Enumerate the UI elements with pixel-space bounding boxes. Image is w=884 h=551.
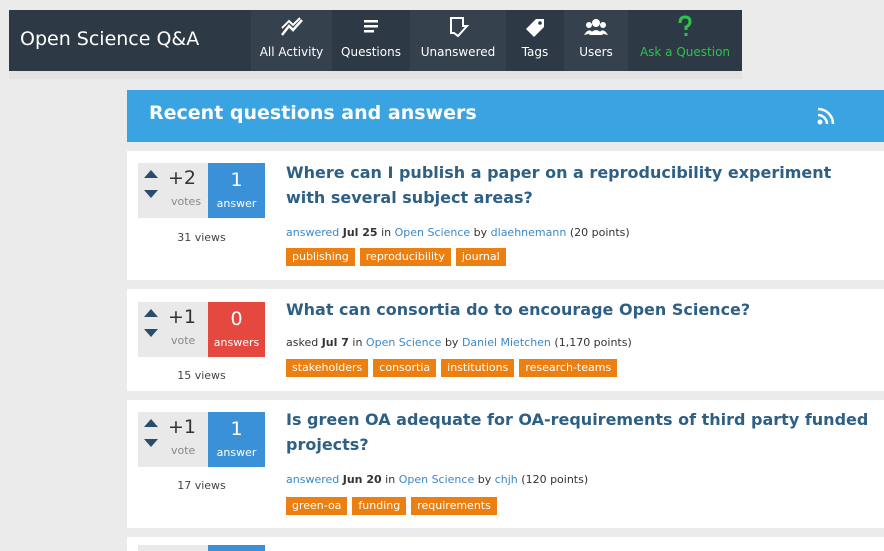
question-item: +2 votes 1 answer 31 views Where can I p… — [127, 151, 884, 280]
vote-up-icon[interactable] — [144, 170, 158, 178]
vote-label: vote — [171, 444, 196, 457]
question-meta: answered Jun 20 in Open Science by chjh … — [286, 473, 588, 486]
meta-in: in — [352, 336, 363, 349]
action-date: Jul 25 — [342, 226, 378, 239]
question-title[interactable]: Where can I publish a paper on a reprodu… — [286, 160, 876, 210]
answer-count-box: 0 answers — [208, 302, 265, 357]
answer-label: answer — [216, 446, 257, 459]
vote-label: votes — [171, 195, 202, 208]
vote-up-icon[interactable] — [144, 419, 158, 427]
meta-by: by — [473, 226, 488, 239]
question-mark-icon — [678, 15, 692, 36]
answer-label: answers — [213, 336, 260, 349]
tag[interactable]: requirements — [411, 497, 497, 515]
nav-ask-question[interactable]: Ask a Question — [628, 10, 742, 71]
vote-box — [138, 545, 208, 551]
action-date: Jun 20 — [342, 473, 382, 486]
user-link[interactable]: dlaehnemann — [491, 226, 567, 239]
tag[interactable]: green-oa — [286, 497, 348, 515]
nav-questions[interactable]: Questions — [332, 10, 410, 71]
tag-list: publishing reproducibility journal — [286, 248, 506, 266]
navbar-shadow — [9, 71, 742, 79]
meta-by: by — [444, 336, 459, 349]
user-points: (20 points) — [569, 226, 630, 239]
vote-count: +1 — [168, 416, 197, 438]
tag[interactable]: reproducibility — [359, 248, 451, 266]
vote-box: +2 votes — [138, 163, 208, 218]
nav-unanswered[interactable]: Unanswered — [410, 10, 506, 71]
tag[interactable]: research-teams — [519, 359, 618, 377]
answer-count-box: 1 answer — [208, 412, 265, 467]
tag[interactable]: consortia — [373, 359, 437, 377]
question-meta: answered Jul 25 in Open Science by dlaeh… — [286, 226, 630, 239]
vote-up-icon[interactable] — [144, 309, 158, 317]
vote-down-icon[interactable] — [144, 439, 158, 447]
nav-label: Questions — [341, 45, 401, 59]
nav-label: Unanswered — [420, 45, 496, 59]
rss-icon[interactable] — [817, 107, 835, 125]
nav-users[interactable]: Users — [564, 10, 628, 71]
view-count: 15 views — [177, 369, 226, 382]
question-item: +1 vote 0 answers 15 views What can cons… — [127, 289, 884, 391]
user-points: (1,170 points) — [554, 336, 632, 349]
question-title[interactable]: Is green OA adequate for OA-requirements… — [286, 407, 876, 457]
vote-down-icon[interactable] — [144, 329, 158, 337]
questions-icon — [364, 20, 378, 33]
answer-count: 1 — [230, 418, 243, 440]
answer-label: answer — [216, 197, 257, 210]
tag-list: green-oa funding requirements — [286, 497, 497, 515]
vote-box: +1 vote — [138, 302, 208, 357]
category-link[interactable]: Open Science — [366, 336, 442, 349]
answer-count: 0 — [230, 308, 243, 330]
nav-label: All Activity — [259, 45, 324, 59]
category-link[interactable]: Open Science — [395, 226, 471, 239]
view-count: 31 views — [177, 231, 226, 244]
nav-label: Users — [579, 45, 613, 59]
meta-in: in — [381, 226, 392, 239]
action-link[interactable]: answered — [286, 226, 339, 239]
vote-count: +1 — [168, 306, 197, 328]
user-link[interactable]: Daniel Mietchen — [462, 336, 551, 349]
meta-by: by — [477, 473, 492, 486]
nav-label: Tags — [521, 45, 549, 59]
site-title[interactable]: Open Science Q&A — [20, 28, 199, 50]
answer-count: 1 — [230, 169, 243, 191]
tag-icon — [526, 19, 544, 37]
answer-count-box: 1 answer — [208, 163, 265, 218]
nav-tags[interactable]: Tags — [506, 10, 564, 71]
vote-label: vote — [171, 334, 196, 347]
vote-down-icon[interactable] — [144, 190, 158, 198]
question-meta: asked Jul 7 in Open Science by Daniel Mi… — [286, 336, 632, 349]
nav-label: Ask a Question — [639, 45, 731, 59]
meta-in: in — [385, 473, 396, 486]
tag[interactable]: publishing — [286, 248, 355, 266]
activity-icon — [280, 17, 303, 36]
section-title: Recent questions and answers — [149, 102, 477, 124]
question-item: +1 vote 1 answer 17 views Is green OA ad… — [127, 400, 884, 528]
question-title[interactable]: What can consortia do to encourage Open … — [286, 297, 876, 322]
user-link[interactable]: chjh — [495, 473, 518, 486]
users-icon — [584, 19, 608, 35]
unanswered-icon — [450, 17, 470, 38]
vote-count: +2 — [168, 167, 197, 189]
nav-all-activity[interactable]: All Activity — [251, 10, 332, 71]
action-link[interactable]: answered — [286, 473, 339, 486]
action-text: asked — [286, 336, 319, 349]
tag[interactable]: journal — [455, 248, 506, 266]
tag[interactable]: stakeholders — [286, 359, 369, 377]
category-link[interactable]: Open Science — [399, 473, 475, 486]
vote-box: +1 vote — [138, 412, 208, 467]
tag[interactable]: funding — [352, 497, 407, 515]
answer-count-box — [208, 545, 265, 551]
user-points: (120 points) — [521, 473, 589, 486]
tag[interactable]: institutions — [441, 359, 515, 377]
tag-list: stakeholders consortia institutions rese… — [286, 359, 618, 377]
view-count: 17 views — [177, 479, 226, 492]
action-date: Jul 7 — [321, 336, 349, 349]
